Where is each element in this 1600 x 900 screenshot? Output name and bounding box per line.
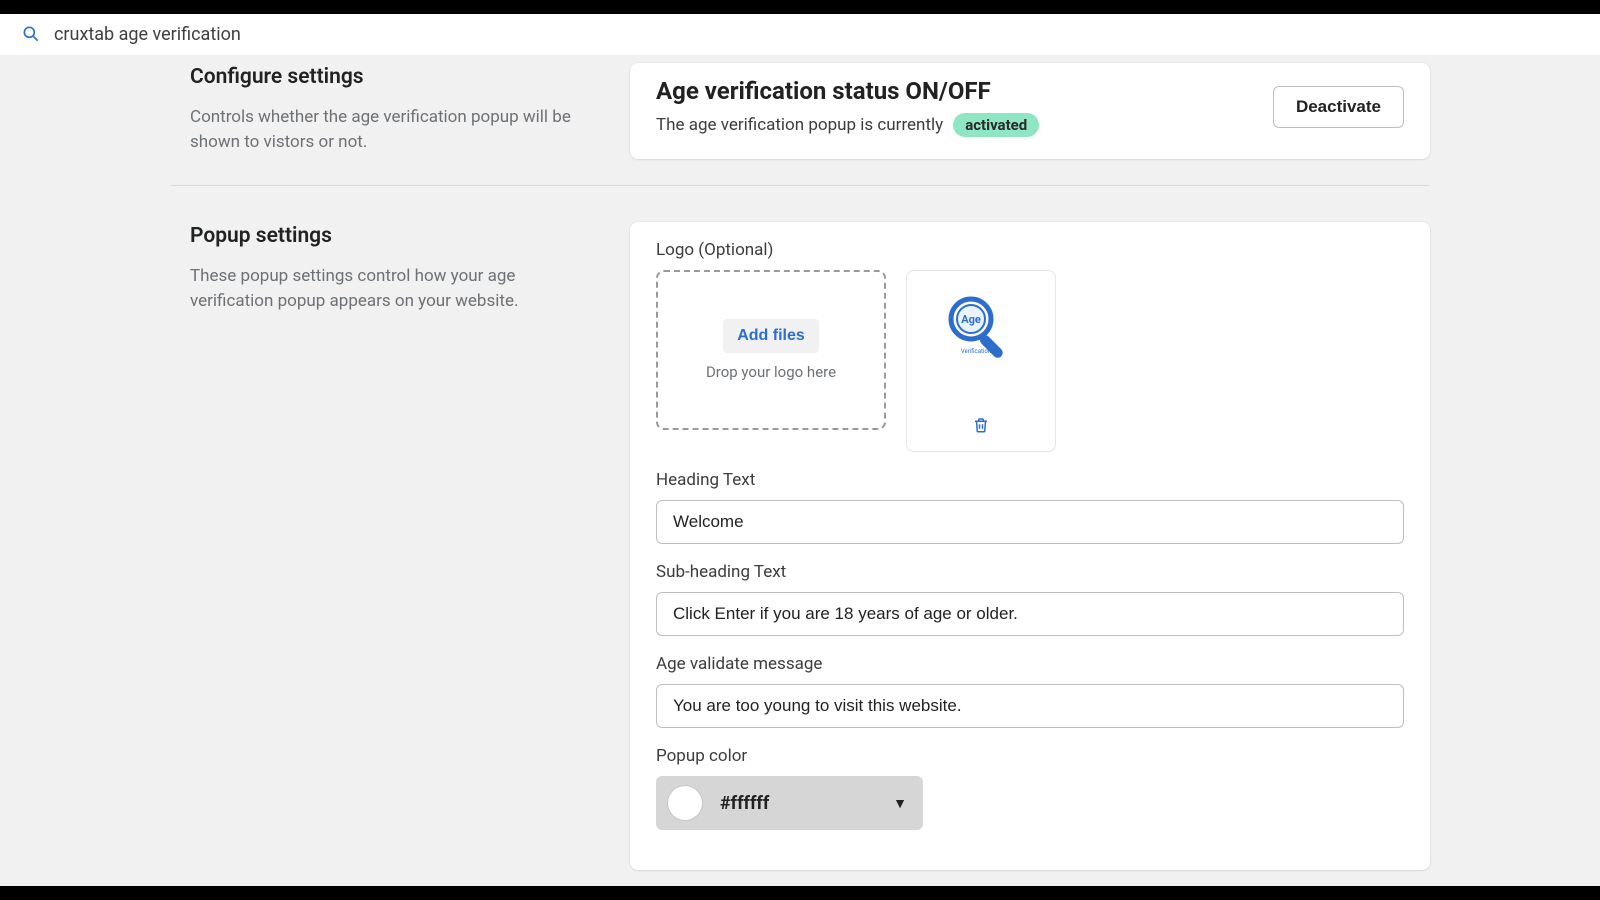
color-swatch	[668, 786, 702, 820]
popup-color-label: Popup color	[656, 746, 1404, 766]
status-card: Age verification status ON/OFF The age v…	[630, 63, 1430, 159]
popup-desc: These popup settings control how your ag…	[190, 264, 590, 313]
popup-title: Popup settings	[190, 224, 590, 248]
status-title: Age verification status ON/OFF	[656, 77, 1039, 105]
logo-preview: Age Verification	[906, 270, 1056, 452]
heading-label: Heading Text	[656, 470, 1404, 490]
validate-input[interactable]	[656, 684, 1404, 728]
logo-preview-image: Age Verification	[941, 291, 1021, 371]
configure-title: Configure settings	[190, 65, 590, 89]
logo-dropzone[interactable]: Add files Drop your logo here	[656, 270, 886, 430]
chevron-down-icon: ▼	[893, 795, 907, 812]
section-configure: Configure settings Controls whether the …	[170, 55, 1430, 183]
search-icon	[20, 23, 42, 45]
app-header: cruxtab age verification	[0, 14, 1600, 55]
status-text: The age verification popup is currently	[656, 115, 943, 135]
svg-text:Age: Age	[961, 313, 981, 326]
validate-label: Age validate message	[656, 654, 1404, 674]
configure-desc: Controls whether the age verification po…	[190, 105, 590, 154]
popup-color-picker[interactable]: #ffffff ▼	[656, 776, 923, 830]
app-title: cruxtab age verification	[54, 24, 241, 45]
trash-icon[interactable]	[972, 416, 990, 439]
section-divider	[170, 185, 1430, 186]
drop-hint: Drop your logo here	[706, 363, 836, 381]
color-value: #ffffff	[720, 793, 875, 814]
heading-input[interactable]	[656, 500, 1404, 544]
logo-label: Logo (Optional)	[656, 240, 1404, 260]
status-badge: activated	[953, 113, 1039, 137]
svg-text:Verification: Verification	[961, 348, 991, 355]
deactivate-button[interactable]: Deactivate	[1273, 86, 1404, 128]
add-files-button[interactable]: Add files	[723, 319, 819, 353]
popup-settings-card: Logo (Optional) Add files Drop your logo…	[630, 222, 1430, 870]
subheading-input[interactable]	[656, 592, 1404, 636]
section-popup: Popup settings These popup settings cont…	[170, 214, 1430, 894]
subheading-label: Sub-heading Text	[656, 562, 1404, 582]
